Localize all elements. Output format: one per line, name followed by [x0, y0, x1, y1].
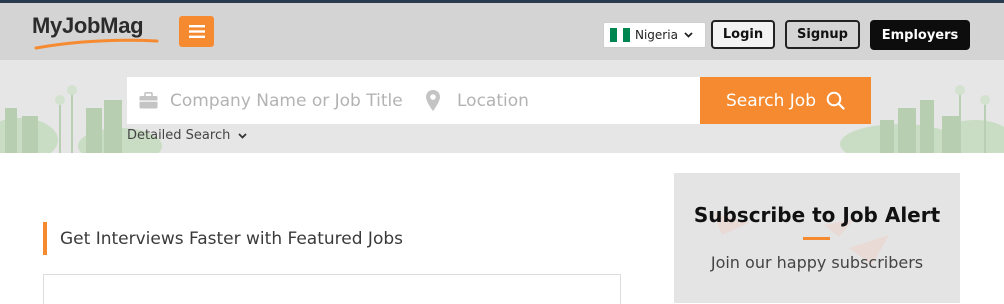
subscribe-title: Subscribe to Job Alert [693, 203, 941, 227]
hamburger-icon [188, 25, 205, 38]
search-section: Search Job Detailed Search [0, 60, 1004, 153]
flag-icon [610, 28, 631, 42]
featured-jobs-box [43, 274, 621, 304]
logo-swoosh-icon [34, 38, 159, 50]
chevron-down-icon [684, 32, 693, 38]
detailed-search-label: Detailed Search [127, 128, 231, 143]
location-input[interactable] [415, 77, 700, 124]
subscribe-panel: Subscribe to Job Alert Join our happy su… [674, 173, 960, 303]
logo[interactable]: MyJobMag [32, 13, 162, 57]
site-header: MyJobMag Nigeria Login Signup Employers [0, 3, 1004, 60]
logo-text: MyJobMag [32, 13, 144, 38]
login-button[interactable]: Login [711, 20, 775, 49]
featured-jobs-heading: Get Interviews Faster with Featured Jobs [43, 222, 403, 255]
chevron-down-icon [238, 132, 247, 139]
accent-underline [803, 237, 830, 240]
search-icon [826, 91, 845, 110]
company-search-input[interactable] [127, 77, 412, 124]
subscribe-subtitle: Join our happy subscribers [710, 253, 924, 272]
search-job-button[interactable]: Search Job [700, 77, 871, 124]
search-job-label: Search Job [725, 90, 816, 111]
country-label: Nigeria [635, 28, 678, 42]
signup-button[interactable]: Signup [785, 20, 860, 49]
menu-button[interactable] [179, 16, 214, 47]
detailed-search-link[interactable]: Detailed Search [127, 128, 247, 143]
country-select[interactable]: Nigeria [603, 22, 706, 48]
employers-button[interactable]: Employers [870, 20, 970, 50]
search-box [127, 77, 700, 124]
